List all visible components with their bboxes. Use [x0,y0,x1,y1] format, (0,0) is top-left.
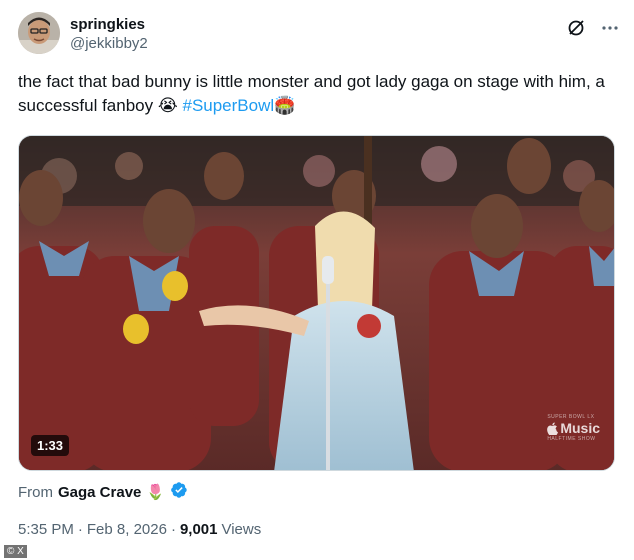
verified-badge-icon [170,481,188,503]
watermark-brand: Music [560,420,600,436]
tweet-body: the fact that bad bunny is little monste… [18,72,605,115]
meta-separator: · [170,521,176,538]
apple-logo-icon [547,422,559,435]
source-attribution: From Gaga Crave 🌷 [18,481,188,503]
tweet-date[interactable]: Feb 8, 2026 [87,521,167,538]
more-icon[interactable] [600,18,620,38]
apple-music-watermark: SUPER BOWL LX Music HALFTIME SHOW [547,414,600,442]
tweet-meta: 5:35 PM · Feb 8, 2026 · 9,001 Views [18,521,261,538]
hashtag-link[interactable]: #SuperBowl [182,96,274,115]
video-frame [19,136,614,470]
tweet-text: the fact that bad bunny is little monste… [18,70,618,118]
crying-emoji: 😭 [157,96,178,115]
video-player[interactable]: 1:33 SUPER BOWL LX Music HALFTIME SHOW [18,135,615,471]
tweet-time[interactable]: 5:35 PM [18,521,74,538]
avatar[interactable] [18,12,60,54]
x-copyright-mark: © X [4,545,27,558]
stadium-emoji: 🏟️ [274,96,296,115]
views-label: Views [221,521,262,538]
watermark-sub: HALFTIME SHOW [547,436,596,442]
grok-icon[interactable] [566,18,586,38]
tulip-emoji: 🌷 [146,484,166,501]
views-count: 9,001 [179,521,218,538]
meta-separator: · [77,521,83,538]
watermark-top: SUPER BOWL LX [547,414,595,420]
display-name[interactable]: springkies [70,16,148,34]
user-handle[interactable]: @jekkibby2 [70,34,148,54]
source-name[interactable]: Gaga Crave [58,484,141,501]
video-duration: 1:33 [31,435,70,456]
tweet-header: springkies @jekkibby2 [18,12,620,58]
source-prefix: From [18,483,53,501]
